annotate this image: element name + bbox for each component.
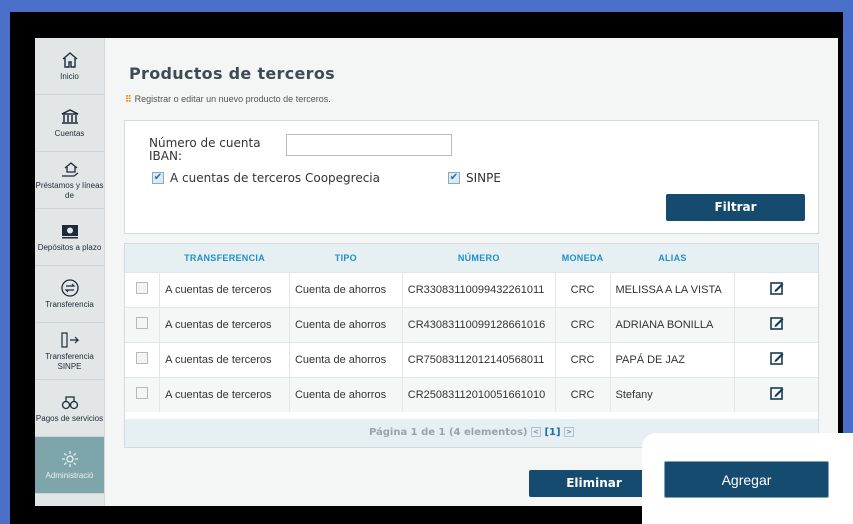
cell-alias: ADRIANA BONILLA	[609, 307, 735, 342]
transfer-icon	[60, 278, 80, 300]
edit-icon[interactable]	[769, 351, 784, 365]
add-button[interactable]: Agregar	[664, 461, 829, 498]
checkbox-sinpe[interactable]: ✔	[448, 172, 460, 184]
checkbox-sinpe-label: SINPE	[466, 171, 501, 185]
sidebar-item-inicio[interactable]: Inicio	[35, 38, 104, 95]
edit-icon[interactable]	[769, 386, 784, 401]
cell-moneda: CRC	[554, 377, 610, 412]
sidebar-item-pagos[interactable]: Pagos de servicios	[35, 380, 104, 437]
table-row: A cuentas de terceros Cuenta de ahorros …	[125, 307, 818, 342]
cell-tipo: Cuenta de ahorros	[288, 272, 403, 307]
cell-alias: PAPÁ DE JAZ	[609, 342, 735, 377]
account-number-input[interactable]	[286, 134, 452, 156]
row-checkbox[interactable]	[136, 387, 149, 400]
checkbox-coopegrecia-label: A cuentas de terceros Coopegrecia	[170, 171, 380, 185]
products-table: TRANSFERENCIA TIPO NÚMERO MONEDA ALIAS A…	[124, 243, 819, 448]
delete-button[interactable]: Eliminar	[529, 470, 659, 497]
edit-icon[interactable]	[769, 316, 784, 330]
pagination-current-page[interactable]: [1]	[544, 427, 560, 438]
row-checkbox[interactable]	[136, 352, 149, 364]
cell-tipo: Cuenta de ahorros	[288, 377, 403, 412]
subtitle-text: Registrar o editar un nuevo producto de …	[134, 94, 331, 104]
cell-transferencia: A cuentas de terceros	[159, 342, 290, 377]
sidebar-item-depositos[interactable]: Depósitos a plazo	[35, 209, 104, 266]
page-title: Productos de terceros	[129, 64, 335, 83]
cell-moneda: CRC	[554, 272, 610, 307]
loan-house-icon	[60, 159, 80, 181]
page-subtitle: ⠿ Registrar o editar un nuevo producto de…	[125, 94, 331, 105]
home-icon	[60, 50, 80, 72]
table-row: A cuentas de terceros Cuenta de ahorros …	[125, 272, 818, 307]
pagination-next-button[interactable]: >	[564, 427, 575, 437]
column-header-transferencia: TRANSFERENCIA	[184, 252, 265, 263]
cell-transferencia: A cuentas de terceros	[159, 272, 290, 307]
edit-icon[interactable]	[769, 281, 784, 295]
cell-tipo: Cuenta de ahorros	[288, 342, 403, 377]
column-header-moneda: MONEDA	[561, 252, 604, 263]
table-header-row: TRANSFERENCIA TIPO NÚMERO MONEDA ALIAS	[125, 244, 818, 272]
cell-numero: CR33083110099432261011	[401, 272, 556, 307]
sidebar-item-cuentas[interactable]: Cuentas	[35, 95, 104, 152]
cell-transferencia: A cuentas de terceros	[159, 377, 290, 412]
cell-alias: MELISSA A LA VISTA	[609, 272, 735, 307]
sidebar-item-transferencia-sinpe[interactable]: Transferencia SINPE	[35, 323, 104, 380]
checkbox-coopegrecia-row[interactable]: ✔ A cuentas de terceros Coopegrecia	[152, 171, 380, 185]
service-payments-icon	[60, 392, 80, 414]
cell-moneda: CRC	[554, 307, 610, 342]
cell-alias: Stefany	[609, 377, 735, 412]
pagination-text: Página 1 de 1 (4 elementos)	[368, 427, 528, 438]
column-header-tipo: TIPO	[334, 252, 357, 263]
admin-gear-icon	[60, 449, 80, 471]
row-checkbox[interactable]	[136, 282, 149, 294]
sidebar: Inicio Cuentas Préstamos y líneas de Dep…	[35, 38, 105, 506]
cell-numero: CR43083110099128661016	[401, 307, 556, 342]
cell-tipo: Cuenta de ahorros	[288, 307, 403, 342]
checkbox-coopegrecia[interactable]: ✔	[152, 172, 164, 184]
bank-icon	[60, 107, 80, 129]
sinpe-transfer-icon	[59, 330, 81, 352]
cell-transferencia: A cuentas de terceros	[159, 307, 290, 342]
cell-numero: CR25083112010051661010	[401, 377, 556, 412]
row-checkbox[interactable]	[136, 317, 149, 329]
bullet-dots-icon: ⠿	[125, 94, 132, 104]
column-header-alias: ALIAS	[658, 252, 687, 263]
cell-numero: CR75083112012140568011	[401, 342, 556, 377]
sidebar-item-administracion[interactable]: Administració	[35, 437, 104, 494]
sidebar-item-prestamos[interactable]: Préstamos y líneas de	[35, 152, 104, 209]
filter-button[interactable]: Filtrar	[666, 194, 805, 221]
cell-moneda: CRC	[554, 342, 610, 377]
cash-icon	[60, 221, 80, 243]
filter-panel: Número de cuenta IBAN: ✔ A cuentas de te…	[124, 120, 819, 234]
account-number-label: Número de cuenta IBAN:	[149, 136, 261, 163]
table-row: A cuentas de terceros Cuenta de ahorros …	[125, 342, 818, 377]
pagination-prev-button[interactable]: <	[530, 427, 541, 437]
column-header-numero: NÚMERO	[457, 252, 500, 263]
checkbox-sinpe-row[interactable]: ✔ SINPE	[448, 171, 501, 185]
sidebar-item-transferencia[interactable]: Transferencia	[35, 266, 104, 323]
table-row: A cuentas de terceros Cuenta de ahorros …	[125, 377, 818, 412]
